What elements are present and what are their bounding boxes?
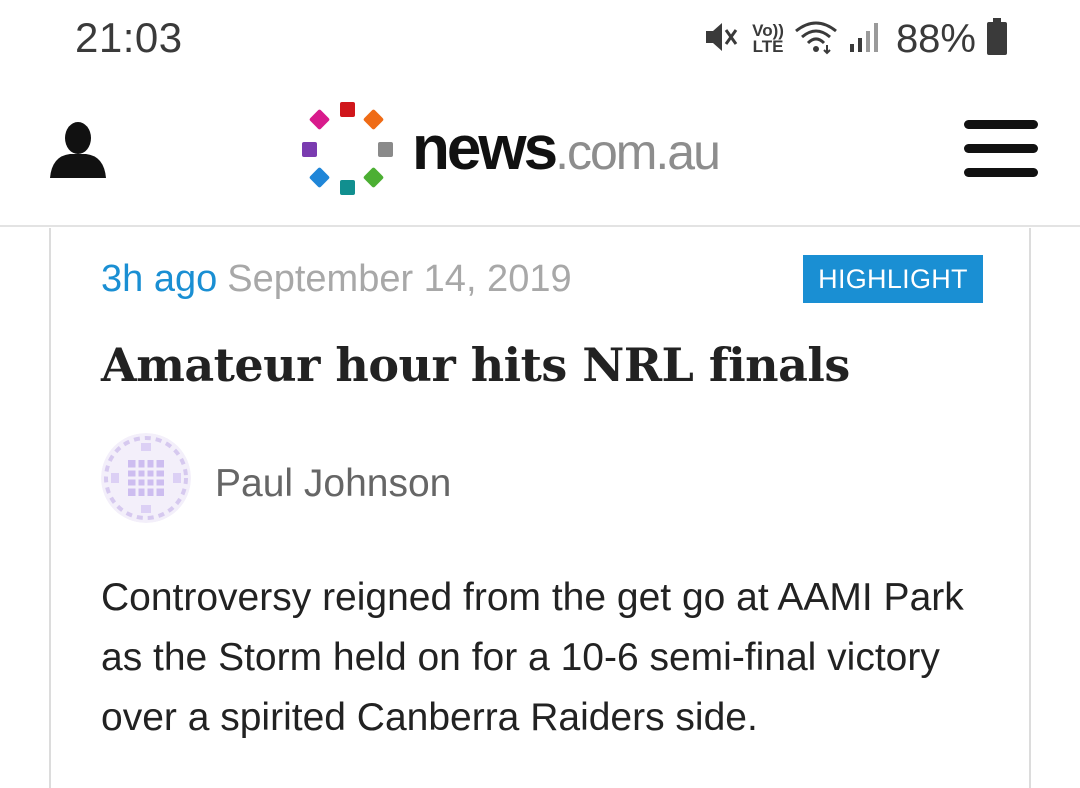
status-icons: Vo)) LTE 88% [702, 14, 1008, 64]
menu-icon [964, 120, 1040, 177]
logo-mark-icon [298, 98, 398, 198]
volte-icon: Vo)) LTE [752, 21, 784, 56]
article-summary: Controversy reigned from the get go at A… [101, 576, 964, 739]
author-name[interactable]: Paul Johnson [215, 462, 451, 506]
logo-news-text: news [412, 113, 558, 183]
article-card[interactable]: 3h ago September 14, 2019 HIGHLIGHT Amate… [49, 228, 1031, 788]
mute-icon [702, 19, 742, 60]
profile-icon [50, 122, 106, 178]
logo-domain-text: .com.au [555, 123, 721, 180]
logo-wordmark: news .com.au [412, 113, 721, 184]
profile-button[interactable] [48, 120, 108, 180]
site-logo[interactable]: news .com.au [298, 98, 721, 198]
article-date: September 14, 2019 [227, 258, 572, 300]
menu-button[interactable] [964, 120, 1040, 180]
article-time-ago: 3h ago [101, 258, 218, 300]
author-avatar[interactable] [101, 433, 191, 523]
wifi-icon [794, 19, 838, 60]
highlight-badge: HIGHLIGHT [803, 255, 983, 303]
battery-percentage: 88% [895, 16, 976, 61]
status-bar: 21:03 Vo)) LTE 88% [0, 0, 1080, 80]
article-meta: 3h ago September 14, 2019 [101, 258, 572, 301]
site-header: news .com.au [0, 80, 1080, 227]
signal-icon [848, 20, 882, 59]
article-headline[interactable]: Amateur hour hits NRL finals [101, 338, 850, 392]
status-time: 21:03 [75, 14, 183, 61]
battery-icon [986, 17, 1008, 61]
